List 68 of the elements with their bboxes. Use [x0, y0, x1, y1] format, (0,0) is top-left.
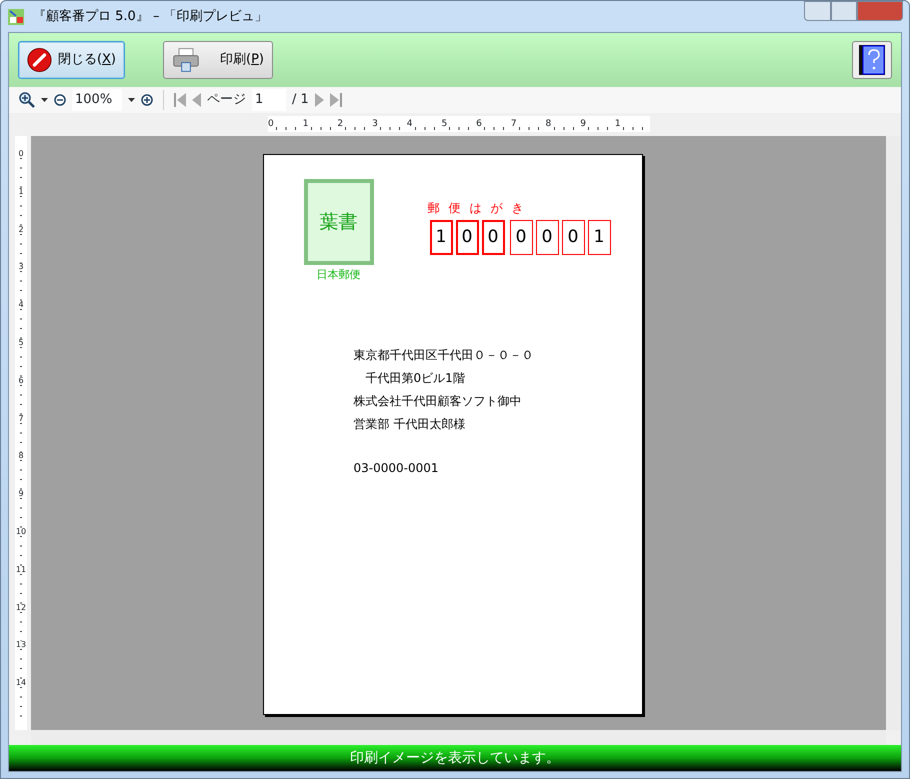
- zoom-out-icon[interactable]: [54, 94, 66, 106]
- postal-code-digit: 0: [482, 220, 504, 255]
- ruler-number: 9: [580, 119, 586, 129]
- postal-code-digit: 0: [536, 220, 558, 255]
- close-button[interactable]: 閉じる(X): [18, 41, 125, 79]
- help-button[interactable]: [852, 41, 892, 79]
- window-title: 『顧客番プロ 5.0』 – 「印刷プレビュ」: [33, 8, 268, 26]
- ruler-number: 10: [16, 528, 26, 536]
- ruler-number: 8: [546, 119, 552, 129]
- app-icon: [7, 8, 25, 26]
- dropdown-caret-icon[interactable]: [41, 98, 48, 102]
- address-line: 千代田第0ビル1階: [364, 370, 466, 386]
- help-book-icon: [859, 45, 885, 75]
- ruler-number: 5: [18, 338, 24, 347]
- address-line: 株式会社千代田顧客ソフト御中: [354, 392, 522, 410]
- print-button[interactable]: 印刷(P): [163, 41, 273, 79]
- ruler-number: 7: [18, 414, 24, 423]
- printer-icon: [172, 45, 200, 75]
- ruler-number: 4: [18, 301, 24, 310]
- maximize-button[interactable]: [831, 1, 857, 21]
- phone-number: 03-0000-0001: [354, 460, 440, 476]
- page-label: ページ: [207, 91, 246, 110]
- address-line: 営業部 千代田太郎様: [354, 416, 466, 432]
- ruler-number: 7: [510, 119, 517, 129]
- ruler-number: 6: [18, 376, 24, 385]
- ruler-number: 0: [18, 150, 24, 158]
- no-entry-icon: [27, 45, 52, 75]
- postal-code-digit: 0: [510, 220, 532, 255]
- zoom-in-icon[interactable]: [141, 94, 153, 106]
- postal-code-digit: 1: [430, 220, 452, 255]
- ruler-number: 5: [441, 119, 448, 129]
- vertical-scrollbar[interactable]: [886, 136, 901, 730]
- ruler-number: 1: [302, 119, 308, 129]
- address-line: 東京都千代田区千代田０－０－０: [354, 346, 534, 364]
- ruler-number: 2: [18, 226, 24, 234]
- minimize-button[interactable]: [804, 1, 831, 21]
- stamp-box: 葉書: [304, 179, 374, 265]
- ruler-number: 6: [476, 119, 482, 129]
- page-total: / 1: [292, 91, 309, 110]
- dropdown-caret-icon[interactable]: [128, 98, 135, 102]
- zoom-field[interactable]: 100%: [72, 89, 122, 111]
- ruler-number: 1: [614, 119, 621, 129]
- postcard-heading: 郵便はがき: [428, 200, 534, 217]
- postal-code-digit: 0: [456, 220, 478, 255]
- next-page-icon[interactable]: [314, 93, 324, 107]
- stamp-caption: 日本郵便: [316, 267, 362, 283]
- close-button[interactable]: [857, 1, 903, 21]
- postal-code-digit: 0: [562, 220, 584, 255]
- status-bar: 印刷イメージを表示しています。: [9, 745, 901, 771]
- ruler-number: 3: [372, 119, 378, 129]
- ruler-number: 0: [268, 119, 274, 129]
- ruler-number: 11: [16, 566, 26, 574]
- ruler-number: 1: [18, 188, 24, 196]
- last-page-icon[interactable]: [330, 93, 342, 107]
- ruler-number: 4: [406, 119, 412, 129]
- zoom-in-icon[interactable]: [19, 92, 35, 108]
- page-field[interactable]: 1: [252, 89, 286, 111]
- horizontal-scrollbar[interactable]: [31, 730, 886, 745]
- ruler-number: 12: [16, 604, 26, 612]
- ruler-number: 14: [16, 679, 26, 688]
- ruler-number: 13: [16, 641, 26, 650]
- previous-page-icon[interactable]: [192, 93, 201, 107]
- ruler-number: 8: [18, 452, 24, 460]
- first-page-icon[interactable]: [174, 93, 186, 107]
- postal-code-digit: 1: [588, 220, 610, 255]
- ruler-number: 9: [18, 490, 24, 498]
- ruler-number: 3: [18, 263, 24, 272]
- ruler-number: 2: [337, 119, 344, 129]
